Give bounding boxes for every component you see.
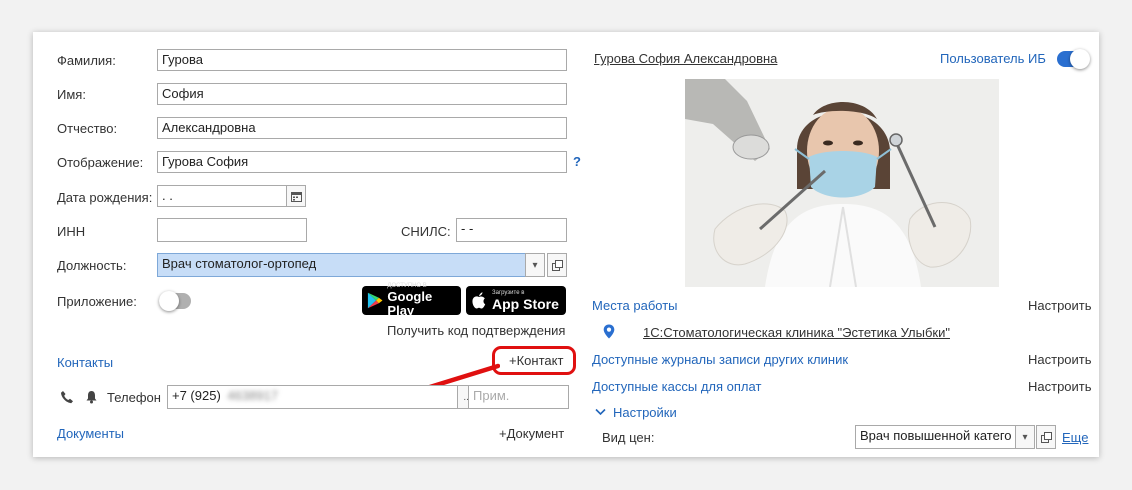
price-type-dropdown-button[interactable]: ▾ [1015,425,1035,449]
apple-icon [472,292,486,309]
position-label: Должность: [57,258,127,273]
employee-card: Фамилия: Гурова Имя: София Отчество: Але… [33,32,1099,457]
app-label: Приложение: [57,294,137,309]
google-play-text: Google Play [387,289,433,318]
cash-label[interactable]: Доступные кассы для оплат [592,379,761,394]
name-label: Имя: [57,87,86,102]
phone-icon [61,391,73,404]
contacts-section-label: Контакты [57,355,114,370]
birthdate-field[interactable]: . . [157,185,287,207]
phone-number-blurred: 4638917 [227,388,279,403]
chevron-down-icon: ▾ [1022,431,1028,443]
add-contact-button[interactable]: +Контакт [509,353,563,368]
location-pin-icon [603,324,615,339]
price-type-open-button[interactable] [1036,425,1056,449]
workplaces-configure-button[interactable]: Настроить [1028,298,1092,313]
price-type-label: Вид цен: [602,430,655,445]
birthdate-label: Дата рождения: [57,190,153,205]
workplaces-label[interactable]: Места работы [592,298,678,313]
app-store-badge[interactable]: Загрузите в App Store [466,286,566,315]
cash-configure-button[interactable]: Настроить [1028,379,1092,394]
phone-value: +7 (925) [172,388,221,403]
inn-label: ИНН [57,224,86,239]
more-link[interactable]: Еще [1062,430,1088,445]
patronymic-field[interactable]: Александровна [157,117,567,139]
chevron-down-icon[interactable] [595,408,606,416]
position-dropdown-button[interactable]: ▾ [525,253,545,277]
employee-full-name-link[interactable]: Гурова София Александровна [594,51,777,66]
employee-photo[interactable] [685,79,999,287]
calendar-icon [290,191,302,202]
add-document-button[interactable]: +Документ [499,426,564,441]
toggle-knob [1070,49,1090,69]
app-toggle[interactable] [159,291,191,311]
settings-toggle[interactable]: Настройки [613,405,677,420]
google-play-icon [367,292,383,309]
app-store-text: App Store [492,296,559,312]
surname-label: Фамилия: [57,53,116,68]
display-field[interactable]: Гурова София [157,151,567,173]
get-code-link[interactable]: Получить код подтверждения [387,323,565,338]
phone-label: Телефон [107,390,161,405]
journals-label[interactable]: Доступные журналы записи других клиник [592,352,848,367]
documents-section-label: Документы [57,426,125,441]
clinic-link[interactable]: 1С:Стоматологическая клиника "Эстетика У… [643,325,950,340]
help-link[interactable]: ? [573,154,581,169]
dentist-photo-illustration [685,79,999,287]
phone-field[interactable]: +7 (925) 4638917 [167,385,458,409]
surname-field[interactable]: Гурова [157,49,567,71]
chevron-down-icon: ▾ [532,259,538,271]
price-type-field[interactable]: Врач повышенной катего [855,425,1016,449]
inn-field[interactable] [157,218,307,242]
open-window-icon [1040,431,1052,443]
google-play-badge[interactable]: ДОСТУПНО В Google Play [362,283,461,318]
calendar-button[interactable] [286,185,306,207]
open-window-icon [551,259,563,271]
position-field[interactable]: Врач стоматолог-ортопед [157,253,526,277]
ib-user-toggle[interactable] [1057,49,1090,69]
snils-field[interactable]: - - [456,218,567,242]
patronymic-label: Отчество: [57,121,118,136]
name-field[interactable]: София [157,83,567,105]
bell-icon [86,391,97,404]
snils-label: СНИЛС: [401,224,451,239]
position-open-button[interactable] [547,253,567,277]
toggle-knob [159,291,179,311]
phone-note-field[interactable]: Прим. [468,385,569,409]
journals-configure-button[interactable]: Настроить [1028,352,1092,367]
ib-user-label[interactable]: Пользователь ИБ [940,51,1046,66]
display-label: Отображение: [57,155,144,170]
